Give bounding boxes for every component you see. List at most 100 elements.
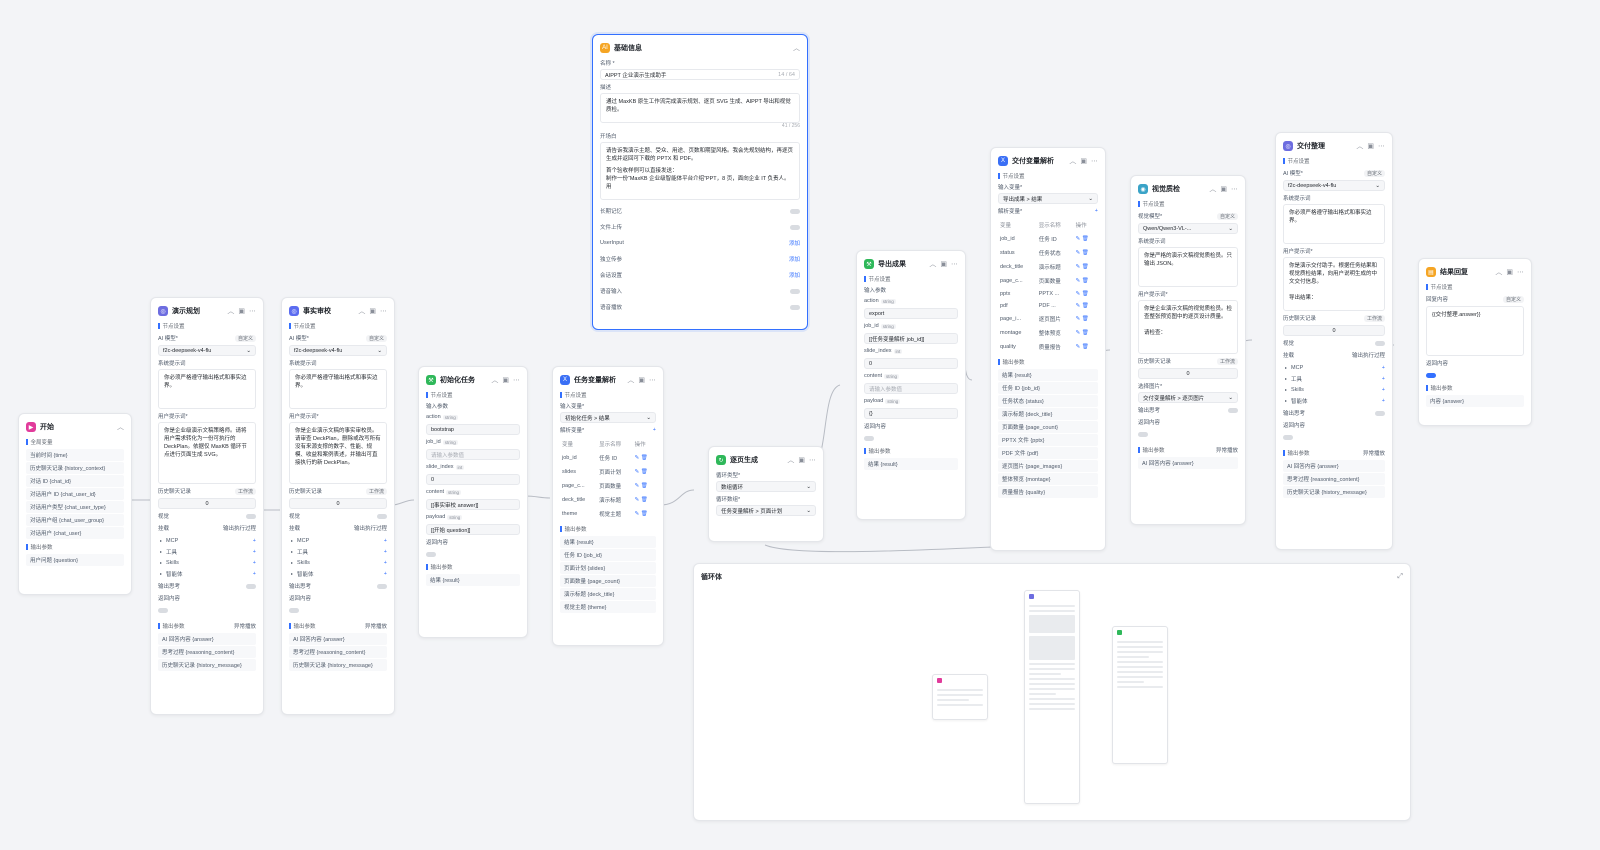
user-prompt-input[interactable]: 你是演示交付助手。根据任务结果和视觉质检结果，向用户说明生成的中文交付信息。 导… <box>1283 257 1385 311</box>
more-icon[interactable]: ⋯ <box>1517 268 1524 276</box>
setting-toggle[interactable] <box>790 288 800 294</box>
exec-label[interactable]: 输出执行过程 <box>223 524 256 532</box>
return-toggle[interactable] <box>1138 431 1148 437</box>
collapse-icon[interactable]: ︿ <box>793 43 800 53</box>
add-icon[interactable]: + <box>253 538 256 544</box>
add-icon[interactable]: + <box>1382 387 1385 393</box>
history-mode[interactable]: 工作流 <box>1363 314 1385 322</box>
tool-item[interactable]: ▸ MCP + <box>1283 362 1385 373</box>
add-icon[interactable]: + <box>1382 376 1385 382</box>
node-init[interactable]: ⚒ 初始化任务 ︿ ▣ ⋯ 节点设置 输入参数 action string bootstra… <box>418 366 528 638</box>
history-input[interactable]: 0 <box>158 498 256 509</box>
desc-input[interactable]: 通过 MaxKB 原生工作流完成演示规划、逐页 SVG 生成、AIPPT 导出和… <box>600 93 800 123</box>
node-plan[interactable]: ◎ 演示规划 ︿ ▣ ⋯ 节点设置 AI 模型* 自定义 f2c-deepseek-v4-… <box>150 297 264 715</box>
setting-toggle[interactable] <box>790 208 800 214</box>
delete-icon[interactable]: 🗑 <box>641 497 648 503</box>
exec-label[interactable]: 输出执行过程 <box>354 524 387 532</box>
history-mode[interactable]: 工作流 <box>234 487 256 495</box>
expand-icon[interactable]: ⤢ <box>1397 573 1403 581</box>
history-input[interactable]: 0 <box>1138 368 1238 379</box>
add-button[interactable]: 添加 <box>789 239 800 247</box>
input-var-select[interactable]: 导出成果 > 结果 ⌄ <box>998 193 1098 204</box>
tool-item[interactable]: ▸ MCP + <box>158 535 256 546</box>
delete-icon[interactable]: 🗑 <box>1082 278 1089 284</box>
delete-icon[interactable]: 🗑 <box>1082 330 1089 336</box>
more-icon[interactable]: ⋯ <box>809 456 816 464</box>
return-toggle[interactable] <box>864 435 874 441</box>
toggle-icon[interactable]: ▣ <box>502 376 509 384</box>
add-icon[interactable]: + <box>653 427 656 433</box>
collapse-icon[interactable]: ︿ <box>1356 141 1363 151</box>
delete-icon[interactable]: 🗑 <box>1082 236 1089 242</box>
collapse-icon[interactable]: ︿ <box>491 375 498 385</box>
add-icon[interactable]: + <box>253 560 256 566</box>
toggle-icon[interactable]: ▣ <box>369 307 376 315</box>
vision-toggle[interactable] <box>377 513 387 519</box>
loop-body[interactable]: 循环体 ⤢ <box>693 563 1411 821</box>
add-icon[interactable]: + <box>1382 398 1385 404</box>
collapse-icon[interactable]: ︿ <box>1209 184 1216 194</box>
history-input[interactable]: 0 <box>1283 325 1385 336</box>
node-deliver[interactable]: X 交付变量解析 ︿ ▣ ⋯ 节点设置 输入变量* 导出成果 > 结果 ⌄ 解析变量* + … <box>990 147 1106 551</box>
tool-item[interactable]: ▸ MCP + <box>289 535 387 546</box>
return-toggle[interactable] <box>158 607 168 613</box>
sys-prompt-input[interactable]: 你必须严格遵守输出格式和事实边界。 <box>158 369 256 409</box>
add-icon[interactable]: + <box>384 549 387 555</box>
toggle-icon[interactable]: ▣ <box>238 307 245 315</box>
toggle-icon[interactable]: ▣ <box>798 456 805 464</box>
history-input[interactable]: 0 <box>289 498 387 509</box>
tool-item[interactable]: ▸ Skills + <box>1283 384 1385 395</box>
add-icon[interactable]: + <box>384 571 387 577</box>
more-icon[interactable]: ⋯ <box>380 307 387 315</box>
reply-input[interactable]: {{交付整理.answer}} <box>1426 306 1524 356</box>
model-tag[interactable]: 自定义 <box>1216 212 1238 220</box>
model-select[interactable]: f2c-deepseek-v4-flu ⌄ <box>1283 180 1385 191</box>
node-pagegen[interactable]: ↻ 逐页生成 ︿ ▣ ⋯ 循环类型* 数组循环 ⌄ 循环数组* 任务变量解析 > 页面计划… <box>708 446 824 542</box>
delete-icon[interactable]: 🗑 <box>1082 344 1089 350</box>
return-toggle[interactable] <box>426 551 436 557</box>
param-input[interactable]: [[开始 question]] <box>426 524 520 535</box>
model-tag[interactable]: 自定义 <box>1363 169 1385 177</box>
add-button[interactable]: 添加 <box>789 255 800 263</box>
return-toggle[interactable] <box>1283 434 1293 440</box>
image-select[interactable]: 交付变量解析 > 逐页图片 ⌄ <box>1138 392 1238 403</box>
history-mode[interactable]: 工作流 <box>365 487 387 495</box>
delete-icon[interactable]: 🗑 <box>641 455 648 461</box>
delete-icon[interactable]: 🗑 <box>641 483 648 489</box>
loop-array-select[interactable]: 任务变量解析 > 页面计划 ⌄ <box>716 505 816 516</box>
toggle-icon[interactable]: ▣ <box>1220 185 1227 193</box>
more-icon[interactable]: ⋯ <box>951 260 958 268</box>
more-icon[interactable]: ⋯ <box>1231 185 1238 193</box>
model-select[interactable]: f2c-deepseek-v4-flu ⌄ <box>289 345 387 356</box>
param-input[interactable]: {} <box>864 408 958 419</box>
more-icon[interactable]: ⋯ <box>513 376 520 384</box>
user-prompt-input[interactable]: 你是企业演示文稿的事实审校员。请审查 DeckPlan，删除或改写所有没有来源支… <box>289 422 387 484</box>
more-icon[interactable]: ⋯ <box>1091 157 1098 165</box>
collapse-icon[interactable]: ︿ <box>787 455 794 465</box>
add-icon[interactable]: + <box>1095 208 1098 214</box>
think-toggle[interactable] <box>377 583 387 589</box>
node-base-info[interactable]: AI 基础信息 ︿ 名称 * AIPPT 企业演示生成助手 14 / 64 描述 通过… <box>592 34 808 330</box>
param-input[interactable]: 请输入参数值 <box>426 449 520 460</box>
tool-item[interactable]: ▸ 智能体 + <box>289 568 387 579</box>
mini-node-tool[interactable] <box>1112 626 1168 764</box>
tool-item[interactable]: ▸ 智能体 + <box>158 568 256 579</box>
collapse-icon[interactable]: ︿ <box>117 422 124 432</box>
model-select[interactable]: f2c-deepseek-v4-flu ⌄ <box>158 345 256 356</box>
toggle-icon[interactable]: ▣ <box>1367 142 1374 150</box>
sys-prompt-input[interactable]: 你必须严格遵守输出格式和事实边界。 <box>1283 204 1385 244</box>
mini-node-start[interactable] <box>932 674 988 720</box>
toggle-icon[interactable]: ▣ <box>1080 157 1087 165</box>
name-input[interactable]: AIPPT 企业演示生成助手 14 / 64 <box>600 69 800 80</box>
param-input[interactable]: bootstrap <box>426 424 520 435</box>
add-icon[interactable]: + <box>1382 365 1385 371</box>
model-select[interactable]: Qwen/Qwen3-VL-... ⌄ <box>1138 223 1238 234</box>
delete-icon[interactable]: 🗑 <box>1082 316 1089 322</box>
opening-input[interactable]: 请告诉我演示主题、受众、用途、页数和期望风格。我会先规划结构，再逐页生成并返回可… <box>600 142 800 200</box>
collapse-icon[interactable]: ︿ <box>227 306 234 316</box>
stream-label[interactable]: 异常播放 <box>234 622 256 630</box>
input-var-select[interactable]: 初始化任务 > 结果 ⌄ <box>560 412 656 423</box>
tool-item[interactable]: ▸ 智能体 + <box>1283 395 1385 406</box>
think-toggle[interactable] <box>1228 407 1238 413</box>
param-input[interactable]: export <box>864 308 958 319</box>
